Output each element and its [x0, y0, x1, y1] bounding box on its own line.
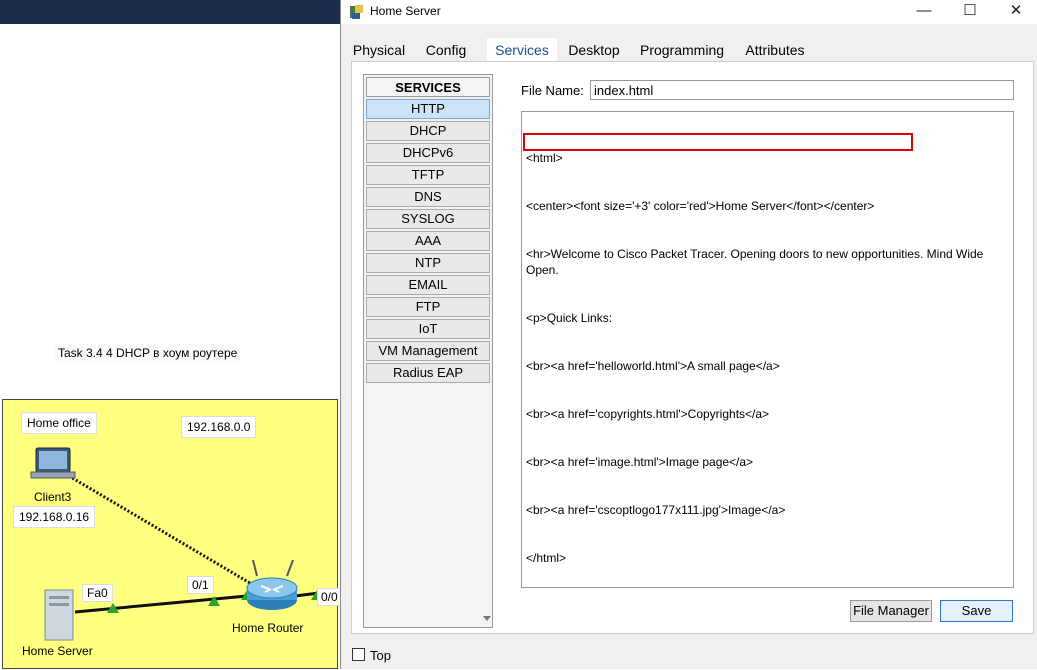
file-name-input[interactable] [590, 80, 1014, 100]
service-tftp[interactable]: TFTP [366, 165, 490, 185]
tab-config[interactable]: Config [413, 38, 479, 62]
laptop-icon [30, 447, 76, 479]
device-tabs: Physical Config Services Desktop Program… [351, 38, 811, 64]
service-vm-management[interactable]: VM Management [366, 341, 490, 361]
code-line: <br><a href='image.html'>Image page</a> [526, 455, 754, 469]
services-list: SERVICES HTTP DHCP DHCPv6 TFTP DNS SYSLO… [363, 74, 493, 628]
service-aaa[interactable]: AAA [366, 231, 490, 251]
code-line: </html> [526, 551, 567, 565]
router-port-right-label: 0/0 [317, 588, 342, 606]
window-title: Home Server [370, 4, 441, 18]
network-address-label: 192.168.0.0 [181, 416, 257, 438]
code-line: <html> [526, 151, 563, 165]
server-port-label: Fa0 [82, 584, 113, 602]
minimize-button[interactable]: — [901, 0, 947, 24]
save-button[interactable]: Save [940, 600, 1013, 622]
service-ntp[interactable]: NTP [366, 253, 490, 273]
file-manager-button[interactable]: File Manager [850, 600, 932, 622]
device-window[interactable]: Home Server — ☐ ✕ Physical Config Servic… [340, 0, 1037, 669]
tab-programming[interactable]: Programming [635, 38, 729, 62]
service-dhcp[interactable]: DHCP [366, 121, 490, 141]
wireless-link [68, 474, 256, 588]
window-titlebar[interactable]: Home Server — ☐ ✕ [341, 0, 1037, 24]
task-note: Task 3.4 4 DHCP в хоум роутере [54, 344, 242, 362]
client-name-label: Client3 [34, 490, 72, 504]
tab-physical[interactable]: Physical [351, 38, 407, 62]
close-button[interactable]: ✕ [993, 0, 1037, 24]
client-ip-label: 192.168.0.16 [13, 506, 96, 528]
services-header: SERVICES [366, 77, 490, 97]
router-port-left-label: 0/1 [187, 576, 214, 594]
code-line: <p>Quick Links: [526, 311, 613, 325]
service-dhcpv6[interactable]: DHCPv6 [366, 143, 490, 163]
service-email[interactable]: EMAIL [366, 275, 490, 295]
editor-content[interactable]: <html> <center><font size='+3' color='re… [526, 118, 1000, 598]
top-checkbox-label: Top [370, 648, 391, 663]
service-syslog[interactable]: SYSLOG [366, 209, 490, 229]
service-iot[interactable]: IoT [366, 319, 490, 339]
tab-desktop[interactable]: Desktop [563, 38, 625, 62]
top-checkbox[interactable] [352, 648, 365, 661]
code-line: <br><a href='copyrights.html'>Copyrights… [526, 407, 770, 421]
code-line: <br><a href='helloworld.html'>A small pa… [526, 359, 780, 373]
home-office-label: Home office [21, 412, 97, 434]
server-icon [44, 589, 74, 641]
server-app-icon [350, 5, 363, 19]
maximize-button[interactable]: ☐ [947, 0, 993, 24]
home-office-area[interactable]: Home office 192.168.0.0 Client3 192.168.… [2, 399, 342, 669]
service-ftp[interactable]: FTP [366, 297, 490, 317]
service-dns[interactable]: DNS [366, 187, 490, 207]
server-name-label: Home Server [22, 644, 93, 658]
router-icon [246, 559, 298, 610]
code-line: <hr>Welcome to Cisco Packet Tracer. Open… [526, 247, 987, 277]
router-name-label: Home Router [232, 621, 304, 635]
scroll-down-arrow-icon[interactable] [482, 615, 492, 623]
html-editor[interactable]: <html> <center><font size='+3' color='re… [521, 111, 1014, 588]
service-radius-eap[interactable]: Radius EAP [366, 363, 490, 383]
code-line-highlighted: <center><font size='+3' color='red'>Home… [526, 199, 875, 213]
service-http[interactable]: HTTP [366, 99, 490, 119]
code-line: <br><a href='cscoptlogo177x111.jpg'>Imag… [526, 503, 786, 517]
app-top-bar [0, 0, 340, 24]
tab-attributes[interactable]: Attributes [741, 38, 809, 62]
file-name-label: File Name: [521, 83, 584, 98]
